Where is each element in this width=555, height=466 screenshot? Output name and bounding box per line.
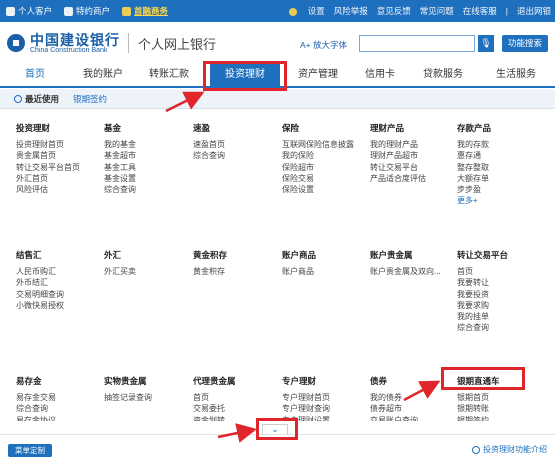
arrow-to-futures <box>403 380 441 402</box>
arrow-to-nav <box>165 91 205 113</box>
annotation-arrows <box>165 91 441 443</box>
arrow-to-collapse <box>217 423 257 443</box>
